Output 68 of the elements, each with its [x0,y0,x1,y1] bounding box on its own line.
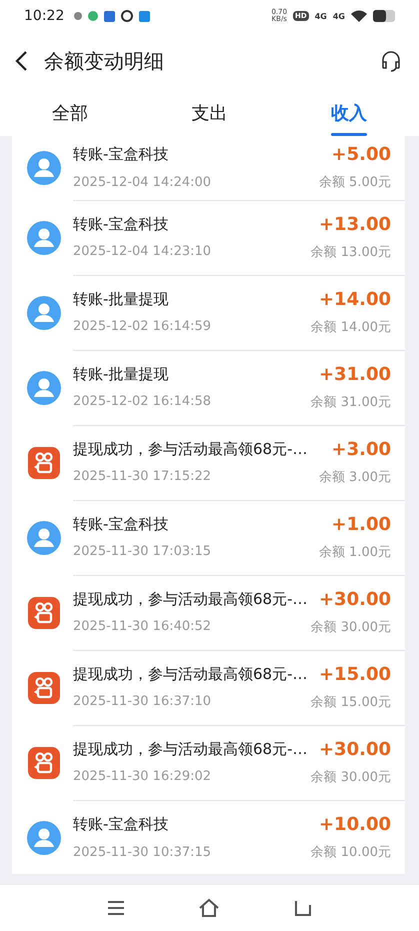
record-balance: 余额 13.00元 [310,244,391,260]
record-amount: +14.00 [318,288,391,310]
record-time: 2025-12-04 14:24:00 [73,174,212,190]
record-balance: 余额 5.00元 [318,174,391,191]
record-title: 转账-批量提现 [73,364,168,384]
network-type: 4G [332,12,345,20]
home-icon[interactable] [198,898,220,918]
record-amount: +30.00 [318,588,391,610]
record-balance: 余额 30.00元 [310,618,391,636]
camera-app-icon [27,746,61,780]
camera-app-icon [27,596,61,630]
record-title: 转账-宝盒科技 [73,145,168,164]
wifi-icon [351,10,367,22]
record-title: 提现成功，参与活动最高领68元-… [73,664,308,684]
record-time: 2025-11-30 17:15:22 [73,469,212,484]
headset-icon[interactable] [379,49,403,73]
back-nav-icon[interactable] [292,899,313,917]
record-title: 提现成功，参与活动最高领68元-… [73,440,308,458]
record-balance: 余额 15.00元 [310,694,391,710]
record-time: 2025-11-30 10:37:15 [73,844,212,860]
filter-tab[interactable]: 支出 [140,90,280,136]
record-title: 转账-宝盒科技 [73,514,168,534]
notification-square-icon [139,10,150,22]
user-avatar-icon [27,220,61,254]
camera-app-icon [27,670,61,704]
record-balance: 余额 31.00元 [310,394,391,410]
record-time: 2025-12-02 16:14:59 [73,319,212,334]
record-time: 2025-11-30 16:29:02 [73,769,212,784]
record-amount: +13.00 [318,214,391,234]
filter-tab[interactable]: 全部 [0,90,140,136]
record-time: 2025-11-30 17:03:15 [73,544,212,559]
notification-circle-icon [88,11,98,21]
record-balance: 余额 30.00元 [310,768,391,786]
record-balance: 余额 3.00元 [318,468,391,486]
battery-icon [373,10,397,22]
network-type: 4G [314,12,327,20]
user-avatar-icon [27,820,61,854]
filter-tab[interactable]: 收入 [279,90,419,136]
record-time: 2025-12-04 14:23:10 [73,244,212,259]
record-title: 提现成功，参与活动最高领68元-… [73,740,308,758]
record-title: 转账-批量提现 [73,290,168,308]
record-amount: +15.00 [318,664,391,684]
camera-app-icon [27,446,61,480]
user-avatar-icon [27,370,61,404]
user-avatar-icon [27,520,61,554]
record-time: 2025-11-30 16:37:10 [73,694,212,709]
record-amount: +30.00 [318,738,391,760]
record-time: 2025-12-02 16:14:58 [73,394,212,409]
record-amount: +31.00 [318,364,391,384]
record-time: 2025-11-30 16:40:52 [73,619,212,634]
notification-dot-icon [74,12,82,20]
record-balance: 余额 1.00元 [318,544,391,560]
record-amount: +5.00 [332,144,391,165]
menu-icon[interactable] [106,900,126,916]
notification-square-icon [104,10,116,22]
status-time: 10:22 [24,8,64,24]
user-avatar-icon [27,151,61,185]
user-avatar-icon [27,296,61,330]
page-title: 余额变动明细 [44,48,165,74]
record-title: 转账-宝盒科技 [73,214,168,234]
record-title: 提现成功，参与活动最高领68元-… [73,590,308,608]
record-amount: +10.00 [318,814,391,835]
notification-ring-icon [121,10,134,22]
record-amount: +3.00 [332,438,391,460]
record-amount: +1.00 [332,514,391,534]
record-title: 转账-宝盒科技 [73,815,168,834]
record-balance: 余额 10.00元 [310,844,391,861]
record-balance: 余额 14.00元 [310,318,391,336]
